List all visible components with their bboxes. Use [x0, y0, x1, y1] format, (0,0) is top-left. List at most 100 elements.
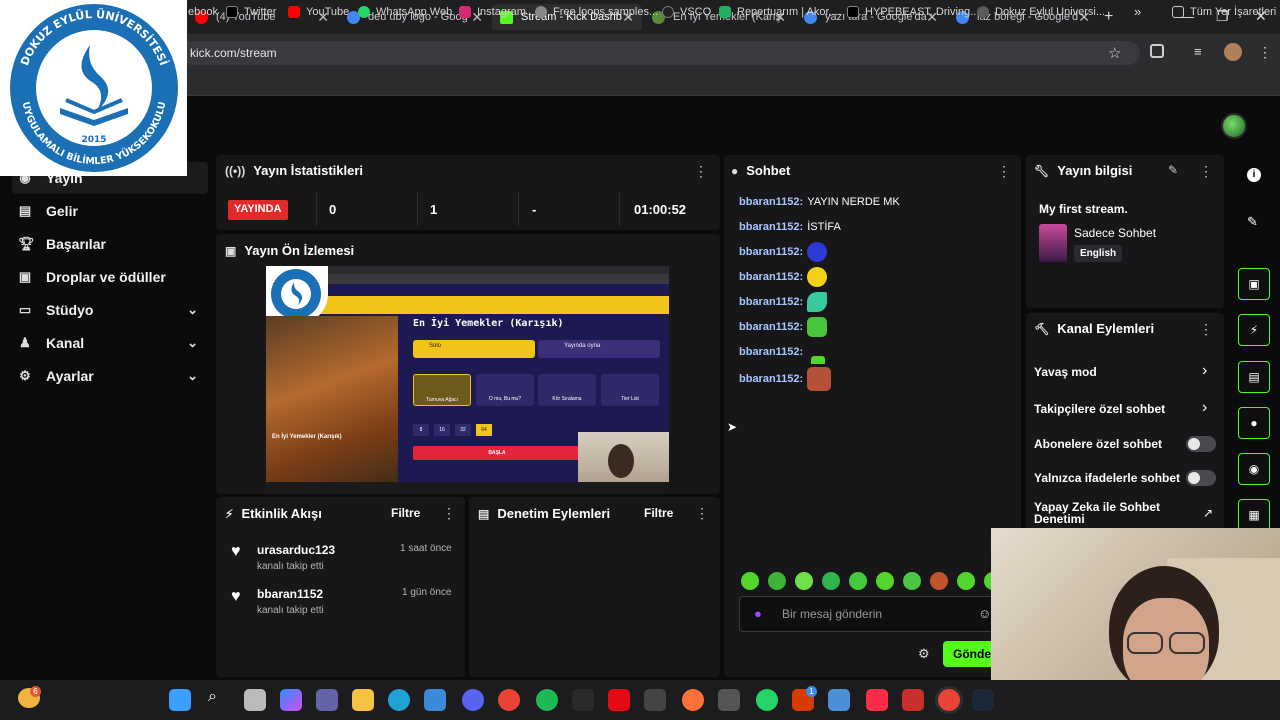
chat-username[interactable]: bbaran1152: — [739, 296, 803, 308]
url-input[interactable]: kick.com/stream — [180, 41, 1140, 65]
slow-mode-action[interactable]: Yavaş mod — [1034, 365, 1097, 379]
whatsapp-icon[interactable] — [756, 689, 778, 711]
sidebar-item-kanal[interactable]: ♟ Kanal ⌄ — [12, 327, 208, 359]
emote-picker-icon[interactable] — [795, 572, 813, 590]
discord-icon[interactable] — [462, 689, 484, 711]
task-view-icon[interactable] — [244, 689, 266, 711]
stream-info-menu-icon[interactable]: ⋮ — [1199, 163, 1213, 180]
firefox-icon[interactable] — [682, 689, 704, 711]
bookmark-vsco[interactable]: VSCO — [662, 6, 711, 18]
emote-picker-icon[interactable] — [768, 572, 786, 590]
sidebar-item-basarilar[interactable]: 🏆︎ Başarılar — [12, 228, 208, 260]
bookmark-whatsapp[interactable]: WhatsApp Web — [358, 6, 452, 18]
layout-toggle-button[interactable]: ▦ — [1238, 499, 1270, 531]
activity-menu-icon[interactable]: ⋮ — [442, 505, 456, 522]
sidebar-item-gelir[interactable]: ▤ Gelir — [12, 195, 208, 227]
channel-actions-menu-icon[interactable]: ⋮ — [1199, 321, 1213, 338]
emote-picker-icon[interactable] — [741, 572, 759, 590]
activity-toggle-button[interactable]: ⚡︎ — [1238, 314, 1270, 346]
bookmark-youtube[interactable]: YouTube — [288, 6, 349, 18]
moderation-menu-icon[interactable]: ⋮ — [695, 505, 709, 522]
windows-start-icon[interactable] — [169, 689, 191, 711]
activity-filter-button[interactable]: Filtre — [391, 506, 420, 520]
bookmark-hypebeast[interactable]: HYPEBEAST. Driving... — [847, 6, 979, 18]
chevron-right-icon[interactable]: › — [1202, 362, 1207, 380]
app-icon[interactable] — [828, 689, 850, 711]
app-icon[interactable] — [902, 689, 924, 711]
store-icon[interactable] — [424, 689, 446, 711]
spotify-icon[interactable] — [536, 689, 558, 711]
activity-user[interactable]: bbaran1152 — [257, 587, 323, 601]
emote-picker-icon[interactable] — [876, 572, 894, 590]
bookmark-instagram[interactable]: Instagram — [459, 6, 526, 18]
external-link-icon[interactable]: ↗ — [1203, 506, 1213, 520]
new-tab-button[interactable]: + — [1104, 8, 1113, 26]
edit-pencil-icon[interactable]: ✎ — [1168, 163, 1178, 177]
chrome-icon[interactable] — [498, 689, 520, 711]
chat-username[interactable]: bbaran1152: — [739, 246, 803, 258]
edge-icon[interactable] — [388, 689, 410, 711]
subscribers-only-toggle[interactable] — [1186, 436, 1216, 452]
profile-avatar[interactable] — [1224, 43, 1242, 61]
edit-icon[interactable]: ✎ — [1247, 214, 1258, 230]
bookmark-deu[interactable]: Dokuz Eylul Universi... — [977, 6, 1105, 18]
chat-username[interactable]: bbaran1152: — [739, 321, 803, 333]
bookmark-star-icon[interactable]: ☆ — [1108, 44, 1121, 62]
emote-picker-icon[interactable] — [903, 572, 921, 590]
bookmark-free-loops[interactable]: Free loops samples... — [535, 6, 658, 18]
menu-icon[interactable]: ⋮ — [1258, 44, 1272, 61]
media-icon[interactable]: ≡ — [1194, 44, 1202, 59]
chevron-right-icon[interactable]: › — [1202, 399, 1207, 417]
steam-icon[interactable] — [972, 689, 994, 711]
emoji-icon[interactable]: ☺ — [978, 606, 991, 621]
app-icon[interactable] — [572, 689, 594, 711]
moderation-toggle-button[interactable]: ▤ — [1238, 361, 1270, 393]
netflix-icon[interactable] — [608, 689, 630, 711]
chat-username[interactable]: bbaran1152: — [739, 221, 803, 233]
all-bookmarks[interactable]: Tüm Yer İşaretleri — [1172, 6, 1276, 18]
chat-menu-icon[interactable]: ⋮ — [997, 163, 1011, 180]
bookmark-repertuar[interactable]: Repertuarım | Akor,... — [719, 6, 841, 18]
sidebar-item-ayarlar[interactable]: ⚙ Ayarlar ⌄ — [12, 360, 208, 392]
hammer-icon: 🔨︎ — [1034, 321, 1050, 336]
stats-menu-icon[interactable]: ⋮ — [694, 163, 708, 180]
info-icon[interactable]: i — [1247, 168, 1261, 182]
stats-toggle-button[interactable]: ◉ — [1238, 453, 1270, 485]
stream-preview-video[interactable]: En İyi Yemekler (Karışık) En İyi Yemekle… — [266, 266, 669, 492]
search-icon[interactable]: ⌕ — [208, 688, 217, 706]
user-avatar[interactable] — [1221, 113, 1247, 139]
emote-picker-icon[interactable] — [930, 572, 948, 590]
bookmarks-overflow[interactable]: » — [1134, 4, 1141, 19]
microphone-icon[interactable]: ● — [754, 606, 762, 621]
followers-only-action[interactable]: Takipçilere özel sohbet — [1034, 402, 1165, 416]
file-explorer-icon[interactable] — [352, 689, 374, 711]
app-icon[interactable] — [718, 689, 740, 711]
chat-username[interactable]: bbaran1152: — [739, 346, 803, 358]
preview-toggle-button[interactable]: ▣ — [1238, 268, 1270, 300]
chat-username[interactable]: bbaran1152: — [739, 271, 803, 283]
music-icon[interactable] — [866, 689, 888, 711]
chat-username[interactable]: bbaran1152: — [739, 373, 803, 385]
emotes-only-toggle[interactable] — [1186, 470, 1216, 486]
emote-picker-icon[interactable] — [957, 572, 975, 590]
chat-toggle-button[interactable]: ● — [1238, 407, 1270, 439]
extensions-icon[interactable] — [1150, 44, 1164, 58]
chrome-active-icon[interactable] — [938, 689, 960, 711]
stream-category[interactable]: Sadece Sohbet — [1074, 226, 1156, 240]
copilot-icon[interactable] — [280, 689, 302, 711]
teams-icon[interactable] — [316, 689, 338, 711]
game-title: En İyi Yemekler (Karışık) — [413, 318, 564, 329]
sidebar-item-studyo[interactable]: ▭ Stüdyo ⌄ — [12, 294, 208, 326]
chat-input-box[interactable]: ● Bir mesaj gönderin ☺ — [739, 596, 997, 632]
moderation-filter-button[interactable]: Filtre — [644, 506, 673, 520]
chat-settings-icon[interactable]: ⚙ — [918, 646, 930, 662]
emote-picker-icon[interactable] — [849, 572, 867, 590]
bookmark-facebook[interactable]: ebook — [188, 6, 218, 18]
ai-moderation-action[interactable]: Yapay Zeka ile Sohbet Denetimi — [1034, 501, 1174, 525]
sidebar-item-droplar[interactable]: ▣ Droplar ve ödüller — [12, 261, 208, 293]
emote-picker-icon[interactable] — [822, 572, 840, 590]
chat-username[interactable]: bbaran1152: — [739, 196, 803, 208]
app-icon[interactable] — [644, 689, 666, 711]
activity-user[interactable]: urasarduc123 — [257, 543, 335, 557]
bookmark-twitter[interactable]: Twitter — [226, 6, 276, 18]
